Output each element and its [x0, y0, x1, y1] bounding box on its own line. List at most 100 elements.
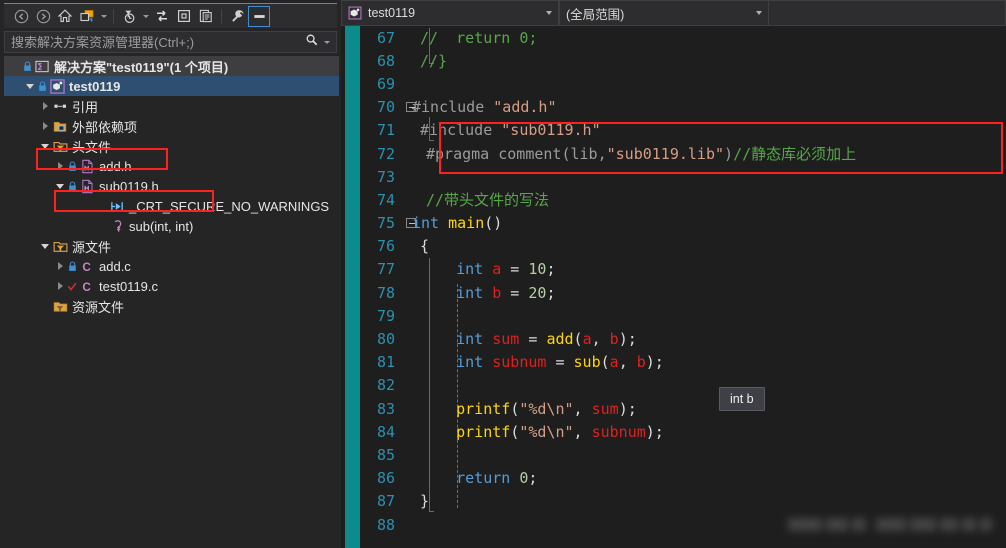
code-surface[interactable]: 67// return 0; 68//} 69 70 #include "add.h" 7… — [360, 26, 1006, 548]
tree-item-label: 源文件 — [72, 239, 112, 255]
search-box[interactable] — [4, 31, 337, 53]
hover-tooltip: int b — [719, 387, 765, 411]
tree-item-subintint[interactable]: sub(int, int) — [4, 216, 339, 236]
forward-icon[interactable] — [32, 6, 54, 27]
code-text: } — [420, 492, 429, 510]
tree-item-label: add.c — [99, 258, 131, 274]
chevron-open-icon[interactable] — [53, 176, 67, 196]
code-line[interactable]: 85 — [360, 443, 1006, 466]
chevron-closed-icon[interactable] — [38, 96, 52, 116]
tree-item-test0119.c[interactable]: Ctest0119.c — [4, 276, 339, 296]
code-text: #pragma comment(lib,"sub0119.lib")//静态库必… — [426, 143, 856, 164]
code-token: "%d\n" — [519, 422, 574, 441]
code-text: int b = 20; — [420, 284, 555, 302]
code-token: #include — [412, 98, 494, 117]
code-line[interactable]: 78 int b = 20; — [360, 281, 1006, 304]
code-line[interactable]: 70 #include "add.h" — [360, 96, 1006, 119]
refresh-icon[interactable] — [151, 6, 173, 27]
code-token: sum — [591, 399, 619, 418]
chevron-closed-icon[interactable] — [53, 256, 67, 276]
tooltip-text: int b — [730, 392, 754, 406]
line-number: 84 — [376, 422, 395, 441]
code-token: ( — [510, 422, 520, 441]
tree-item-test01191[interactable]: 解决方案"test0119"(1 个项目) — [4, 56, 339, 76]
code-token: ); — [645, 353, 664, 372]
properties-icon[interactable] — [226, 6, 248, 27]
code-line[interactable]: 77 int a = 10; — [360, 258, 1006, 281]
header-file-icon — [79, 158, 96, 174]
ext-deps-icon — [52, 118, 69, 134]
code-token: () — [484, 214, 503, 233]
code-line[interactable]: 69 — [360, 72, 1006, 95]
code-token: ( — [573, 330, 583, 349]
c-file-icon: C — [79, 258, 96, 274]
code-line[interactable]: 74 //带头文件的写法 — [360, 188, 1006, 211]
code-line[interactable]: 87} — [360, 490, 1006, 513]
code-token: b — [609, 330, 619, 349]
line-number: 72 — [376, 144, 395, 163]
tree-item-_crt_secure_no_warnings[interactable]: _CRT_SECURE_NO_WARNINGS — [4, 196, 339, 216]
chevron-open-icon[interactable] — [38, 236, 52, 256]
code-line[interactable]: 71 #include "sub0119.h" — [360, 119, 1006, 142]
code-line[interactable]: 75 int main() — [360, 212, 1006, 235]
sync-with-active-document-icon[interactable] — [76, 6, 98, 27]
code-line[interactable]: 82 — [360, 374, 1006, 397]
code-token: ( — [510, 399, 520, 418]
code-line[interactable]: 76 { — [360, 235, 1006, 258]
code-line[interactable]: 68 //} — [360, 49, 1006, 72]
code-line[interactable]: 79 — [360, 304, 1006, 327]
tree-item-test0119[interactable]: test0119 — [4, 76, 339, 96]
tree-item-[interactable]: 头文件 — [4, 136, 339, 156]
tree-twisty-placeholder — [83, 196, 97, 216]
code-token: add — [546, 330, 574, 349]
tree-twisty-placeholder — [83, 216, 97, 236]
tree-item-[interactable]: 源文件 — [4, 236, 339, 256]
code-text: int main() — [412, 214, 502, 232]
code-line[interactable]: 81 int subnum = sub(a, b); — [360, 351, 1006, 374]
chevron-open-icon[interactable] — [38, 136, 52, 156]
code-token: = — [501, 260, 529, 279]
sync-dropdown-caret-icon[interactable] — [98, 6, 109, 27]
code-line[interactable]: 84 printf("%d\n", subnum); — [360, 420, 1006, 443]
code-text: int subnum = sub(a, b); — [420, 353, 664, 371]
chevron-closed-icon[interactable] — [38, 116, 52, 136]
code-token: = — [519, 330, 547, 349]
code-line[interactable]: 86 return 0; — [360, 467, 1006, 490]
code-line[interactable]: 73 — [360, 165, 1006, 188]
back-icon[interactable] — [10, 6, 32, 27]
show-all-files-icon[interactable] — [195, 6, 217, 27]
chevron-closed-icon[interactable] — [53, 276, 67, 296]
scope-dropdown-caret-icon[interactable] — [542, 11, 556, 15]
collapse-all-icon[interactable] — [173, 6, 195, 27]
search-input[interactable] — [11, 34, 305, 50]
home-icon[interactable] — [54, 6, 76, 27]
tree-item-[interactable]: 资源文件 — [4, 296, 339, 316]
pending-changes-caret-icon[interactable] — [140, 6, 151, 27]
tree-item-[interactable]: 引用 — [4, 96, 339, 116]
preview-selected-items-icon[interactable] — [248, 5, 270, 27]
code-text: { — [420, 237, 429, 255]
chevron-closed-icon[interactable] — [53, 156, 67, 176]
solution-tree[interactable]: 解决方案"test0119"(1 个项目) test0119 引用 外部依赖项 头文件 a… — [4, 56, 339, 548]
tree-item-[interactable]: 外部依赖项 — [4, 116, 339, 136]
chevron-open-icon[interactable] — [23, 76, 37, 96]
code-token: ; — [546, 260, 556, 279]
member-dropdown[interactable]: (全局范围) — [559, 0, 769, 26]
search-icon[interactable] — [305, 33, 319, 52]
line-number: 75 — [376, 214, 395, 233]
watermark-blurred — [780, 512, 1006, 538]
code-line[interactable]: 83 printf("%d\n", sum); — [360, 397, 1006, 420]
tree-item-add.c[interactable]: Cadd.c — [4, 256, 339, 276]
code-text: #include "sub0119.h" — [420, 121, 601, 139]
member-dropdown-caret-icon[interactable] — [752, 11, 766, 15]
code-line[interactable]: 80 int sum = add(a, b); — [360, 327, 1006, 350]
line-number: 86 — [376, 469, 395, 488]
code-line[interactable]: 72 #pragma comment(lib,"sub0119.lib")//静态… — [360, 142, 1006, 165]
search-options-caret-icon[interactable] — [321, 32, 332, 53]
code-line[interactable]: 67 // return 0; — [360, 26, 1006, 49]
scope-dropdown[interactable]: test0119 — [341, 0, 559, 26]
navbar-filler — [769, 0, 1006, 26]
pending-changes-icon[interactable] — [118, 6, 140, 27]
tree-item-sub0119.h[interactable]: sub0119.h — [4, 176, 339, 196]
tree-item-add.h[interactable]: add.h — [4, 156, 339, 176]
